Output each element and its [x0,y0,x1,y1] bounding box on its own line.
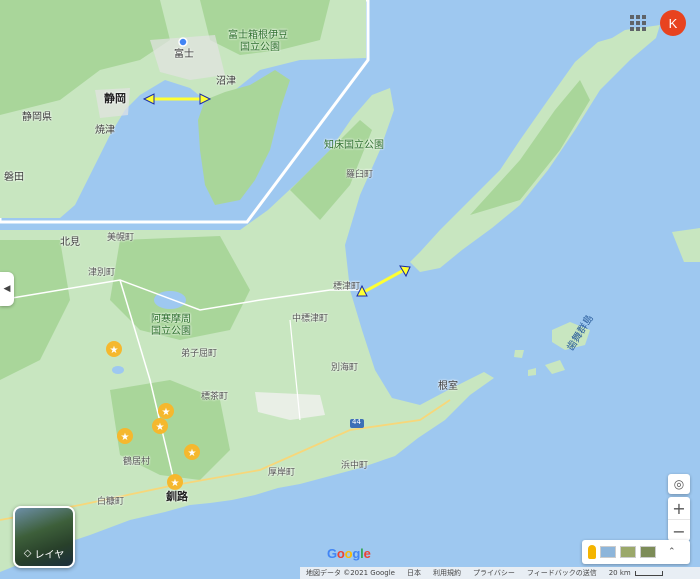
layers-button[interactable]: ◇ レイヤ [13,506,75,568]
pegman-icon[interactable] [588,545,596,559]
account-area: K [630,10,686,36]
star-marker[interactable]: ★ [184,444,200,460]
star-marker[interactable]: ★ [106,341,122,357]
label-betsukai: 別海町 [331,363,359,373]
my-location-icon: ◎ [673,477,685,491]
google-logo: Google [327,546,371,561]
label-nakashibetsu: 中標津町 [292,314,329,324]
svg-text:★: ★ [156,422,165,433]
scale-label: 20 km [608,569,631,577]
map-data-credit: 地図データ ©2021 Google [306,569,395,577]
chevron-up-icon[interactable]: ⌃ [668,547,676,557]
label-tsubetsu: 津別町 [88,268,116,278]
label-akan-park-2: 国立公園 [151,326,191,337]
label-hamanaka: 浜中町 [341,461,369,471]
apps-grid-icon[interactable] [630,15,646,31]
svg-text:★: ★ [121,432,130,443]
layers-icon: ◇ [23,548,32,559]
label-shibecha: 標茶町 [201,392,229,402]
zoom-out-button[interactable]: − [668,519,690,542]
label-park-fuji-2: 国立公園 [240,42,280,53]
layers-label: レイヤ [34,550,65,561]
feedback-link[interactable]: フィードバックの送信 [527,568,597,578]
terms-link[interactable]: 利用規約 [433,568,461,578]
star-marker[interactable]: ★ [158,403,174,419]
scale-bar[interactable]: 20 km [609,569,663,577]
map-type-thumbnail[interactable] [600,546,616,558]
svg-text:★: ★ [162,407,171,418]
street-view-bar: ⌃ [582,540,690,564]
label-fuji: 富士 [174,49,194,60]
label-shiretoko-park: 知床国立公園 [324,140,384,151]
lake-kussharo [154,291,186,309]
label-shiranuka: 白糠町 [97,497,125,507]
map-type-thumbnail[interactable] [620,546,636,558]
label-yaizu: 焼津 [95,125,115,136]
zoom-control: + − [668,497,690,541]
label-teshikaga: 弟子屈町 [181,349,218,359]
privacy-link[interactable]: プライバシー [473,568,515,578]
label-kushiro: 釧路 [166,490,188,503]
country-link[interactable]: 日本 [407,568,421,578]
label-bihoro: 美幌町 [107,233,135,243]
lake-akan [112,366,124,374]
attribution-bar: 地図データ ©2021 Google 日本 利用規約 プライバシー フィードバッ… [300,567,700,579]
label-shizuoka-pref: 静岡県 [22,112,52,123]
my-location-button[interactable]: ◎ [668,474,690,494]
label-shibetsu: 標津町 [333,282,361,292]
label-tsurui: 鶴居村 [123,457,151,467]
label-numazu: 沼津 [216,76,236,87]
star-marker[interactable]: ★ [117,428,133,444]
label-akkeshi: 厚岸町 [268,468,296,478]
zoom-in-button[interactable]: + [668,497,690,519]
svg-text:★: ★ [110,345,119,356]
label-iwata: 磐田 [4,172,24,183]
chevron-left-icon: ◀ [3,284,11,294]
star-marker[interactable]: ★ [152,418,168,434]
collapse-side-panel-button[interactable]: ◀ [0,272,14,306]
svg-text:★: ★ [188,448,197,459]
label-kitami: 北見 [60,237,80,248]
account-avatar[interactable]: K [660,10,686,36]
label-shizuoka: 静岡 [104,92,126,105]
label-rausu: 羅臼町 [346,170,374,180]
map-type-thumbnail[interactable] [640,546,656,558]
route-number: 44 [352,418,361,426]
label-nemuro: 根室 [438,381,458,392]
